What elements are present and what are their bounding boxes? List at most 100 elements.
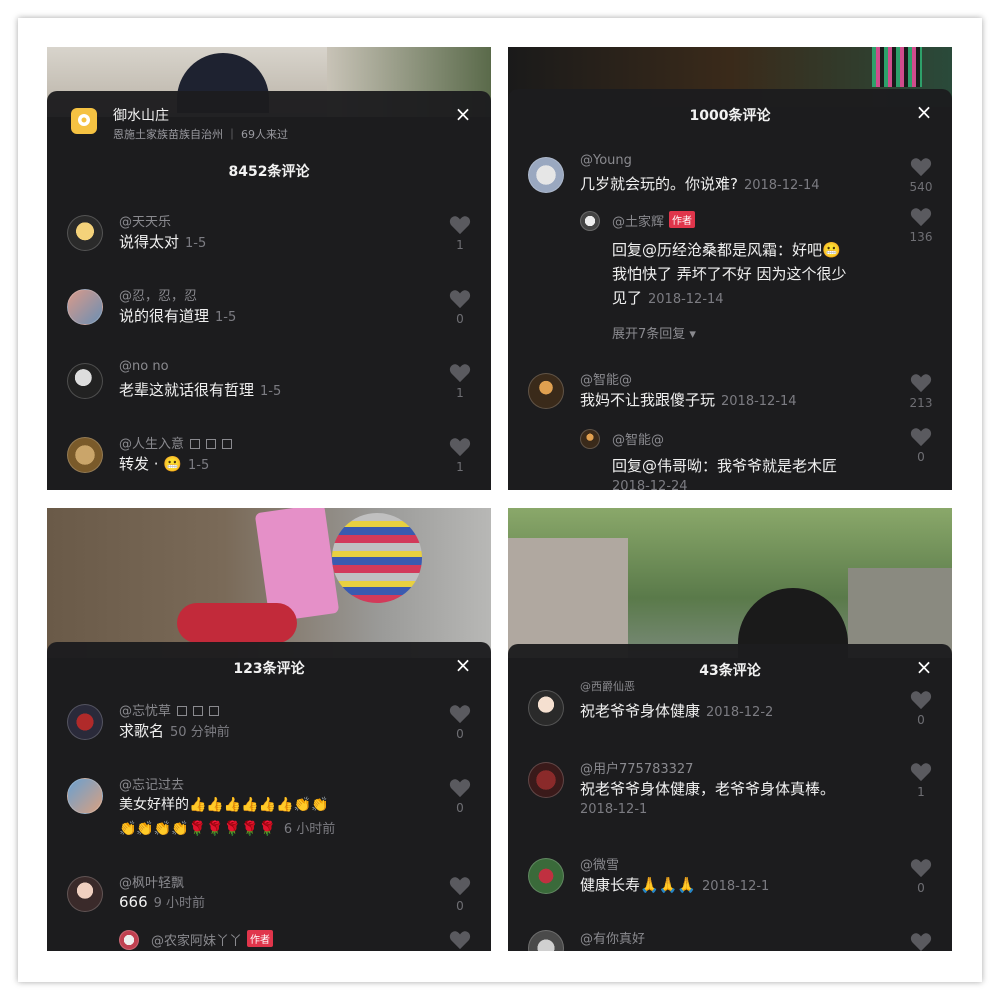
avatar[interactable] [528,690,564,726]
like-count: 0 [917,881,925,895]
like-count: 1 [456,460,464,474]
comment-count-title: 1000条评论 [689,108,771,124]
like-button[interactable] [906,932,936,951]
heart-icon [910,158,932,177]
comment-username[interactable]: @忍，忍，忍 [119,285,197,304]
heart-icon [910,859,932,878]
like-count: 0 [456,312,464,326]
comment-username[interactable]: @忘记过去 [119,774,184,793]
like-count: 213 [909,396,933,410]
comments-panel: 御水山庄 恩施土家族苗族自治州 ｜ 69人来过 × 8452条评论 @天天乐 说… [47,91,491,490]
like-count: 1 [917,785,925,799]
screenshot-1: 御水山庄 恩施土家族苗族自治州 ｜ 69人来过 × 8452条评论 @天天乐 说… [47,47,491,490]
avatar[interactable] [67,876,103,912]
close-button[interactable]: × [914,102,934,122]
heart-icon [910,691,932,710]
comment-username[interactable]: @枫叶轻飘 [119,872,184,891]
avatar[interactable] [528,373,564,409]
comment-time: 1-5 [185,236,207,251]
comment-text: 说的很有道理 [119,307,210,325]
comment-time: 2018-12-24 [612,479,688,490]
avatar[interactable] [67,778,103,814]
like-button[interactable] [445,930,475,950]
expand-replies-link[interactable]: 展开7条回复 ▾ [612,323,696,342]
comment-username[interactable]: @农家阿妹丫丫 [151,934,242,949]
comments-panel: 1000条评论 × @Young 几岁就会玩的。你说难? 2018-12-14 5… [508,89,952,490]
like-button[interactable]: 1 [445,215,475,252]
close-button[interactable]: × [453,104,473,124]
headdress-shape [332,513,422,603]
comment-count-title: 43条评论 [699,663,761,679]
like-button[interactable]: 1 [906,762,936,799]
comments-panel: 123条评论 × @忘忧草 求歌名 50 分钟前 0 @忘记过去 美女好样的👍👍👍… [47,642,491,951]
avatar[interactable] [580,211,600,231]
comment-text: 转发 · 😬 [119,455,182,473]
comment-time: 1-5 [215,310,237,325]
comment-time: 2018-12-14 [648,292,724,307]
video-background [47,508,491,658]
comment-username[interactable]: @忘忧草 [119,704,171,719]
like-button[interactable]: 0 [445,778,475,815]
avatar[interactable] [67,215,103,251]
comment-username[interactable]: @天天乐 [119,211,171,230]
avatar[interactable] [67,289,103,325]
comment-time: 9 小时前 [153,896,206,911]
like-count: 136 [909,230,933,244]
comment-text: 美女好样的👍👍👍👍👍👍👏👏 [119,797,329,813]
comment-username[interactable]: @智能@ [580,369,632,388]
like-count: 0 [456,899,464,913]
location-title[interactable]: 御水山庄 [113,105,169,125]
like-button[interactable]: 540 [906,157,936,194]
avatar[interactable] [528,762,564,798]
heart-icon [910,428,932,447]
heart-icon [449,438,471,457]
like-button[interactable]: 0 [445,289,475,326]
comment-username[interactable]: @Young [580,153,632,168]
like-button[interactable]: 0 [906,427,936,464]
comments-panel: 43条评论 × @西爵仙恶 祝老爷爷身体健康 2018-12-2 0 @用户775… [508,644,952,951]
comment-text: 👏👏👏👏🌹🌹🌹🌹🌹 [119,821,276,837]
comment-count-title: 8452条评论 [228,164,310,180]
avatar[interactable] [67,704,103,740]
avatar[interactable] [528,858,564,894]
comment-time: 1-5 [260,384,282,399]
comment-username[interactable]: @有你真好 [580,928,645,947]
comment-username[interactable]: @微雪 [580,854,619,873]
comment-time: 50 分钟前 [170,725,230,740]
reply-text-line: 见了 [612,289,643,307]
like-button[interactable]: 1 [445,437,475,474]
avatar[interactable] [580,429,600,449]
close-button[interactable]: × [914,657,934,677]
like-button[interactable]: 0 [906,858,936,895]
close-button[interactable]: × [453,655,473,675]
avatar[interactable] [67,437,103,473]
like-button[interactable]: 213 [906,373,936,410]
comment-username[interactable]: @土家辉 [612,215,664,230]
like-button[interactable]: 136 [906,207,936,244]
avatar[interactable] [528,930,564,951]
comment-username[interactable]: @西爵仙恶 [580,678,635,694]
avatar[interactable] [119,930,139,950]
like-button[interactable]: 1 [445,363,475,400]
like-button[interactable]: 0 [445,876,475,913]
comment-text: 666 [119,893,148,911]
reply-text-line: 回复@历经沧桑都是风霜：好吧😬 [612,241,841,259]
comment-text: 祝老爷爷身体健康，老爷爷身体真棒。 [580,780,836,798]
heart-icon [449,705,471,724]
comment-username[interactable]: @no no [119,359,169,374]
heart-icon [449,877,471,896]
heart-icon [449,290,471,309]
comment-time: 2018-12-1 [702,879,770,894]
red-sleeve-shape [177,603,297,643]
comment-username[interactable]: @智能@ [612,429,664,448]
comment-time: 2018-12-14 [721,394,797,409]
comment-username[interactable]: @用户775783327 [580,758,693,777]
comment-time: 2018-12-14 [743,178,820,193]
heart-icon [910,763,932,782]
comment-time: 6 小时前 [283,822,336,837]
avatar[interactable] [67,363,103,399]
like-button[interactable]: 0 [445,704,475,741]
avatar[interactable] [528,157,564,193]
comment-username[interactable]: @人生入意 [119,437,184,452]
like-button[interactable]: 0 [906,690,936,727]
